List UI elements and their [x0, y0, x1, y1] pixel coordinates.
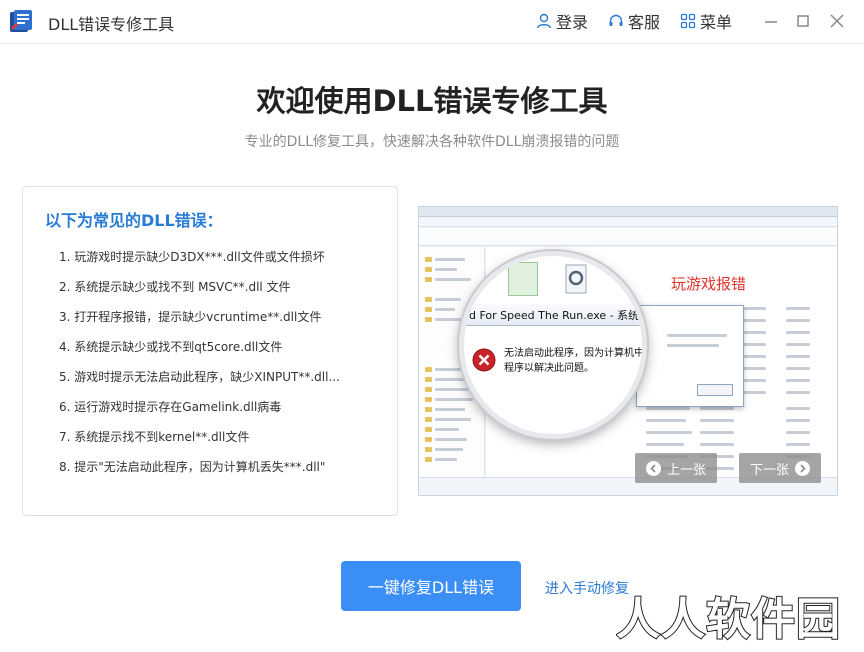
panel-title: 以下为常见的DLL错误：	[45, 211, 223, 230]
app-logo-icon	[10, 10, 32, 32]
list-item: 7. 系统提示找不到kernel**.dll文件	[59, 430, 250, 444]
example-screenshot-carousel: 玩游戏报错 d For Speed The Run.exe - 系统错误 无法启…	[418, 206, 838, 496]
maximize-icon[interactable]	[792, 10, 814, 32]
common-errors-panel: 以下为常见的DLL错误： 1. 玩游戏时提示缺少D3DX***.dll文件或文件…	[22, 186, 398, 516]
error-icon	[472, 348, 496, 372]
error-list: 1. 玩游戏时提示缺少D3DX***.dll文件或文件损坏 2. 系统提示缺少或…	[59, 247, 340, 487]
preview-error-dialog	[636, 305, 744, 407]
list-item: 2. 系统提示缺少或找不到 MSVC**.dll 文件	[59, 280, 291, 294]
close-icon[interactable]	[826, 10, 848, 32]
one-click-repair-button[interactable]: 一键修复DLL错误	[341, 561, 521, 611]
list-item: 8. 提示"无法启动此程序，因为计算机丢失***.dll"	[59, 460, 326, 474]
login-button[interactable]: 登录	[536, 10, 588, 32]
dialog-caption: d For Speed The Run.exe - 系统错误	[469, 309, 647, 322]
list-item: 6. 运行游戏时提示存在Gamelink.dll病毒	[59, 400, 282, 414]
page-subtitle: 专业的DLL修复工具，快速解决各种软件DLL崩溃报错的问题	[244, 134, 620, 150]
menu-label: 菜单	[700, 13, 733, 32]
preview-window-titlebar	[419, 207, 837, 217]
list-item: 3. 打开程序报错，提示缺少vcruntime**.dll文件	[59, 310, 322, 324]
login-label: 登录	[556, 13, 589, 32]
magnified-error-dialog: d For Speed The Run.exe - 系统错误 无法启动此程序，因…	[459, 251, 647, 439]
previous-slide-button[interactable]: 上一张	[635, 453, 717, 483]
next-slide-button[interactable]: 下一张	[739, 453, 821, 483]
preview-caption: 玩游戏报错	[671, 275, 747, 293]
list-item: 1. 玩游戏时提示缺少D3DX***.dll文件或文件损坏	[59, 250, 325, 264]
menu-grid-icon	[680, 13, 696, 29]
dialog-message: 无法启动此程序，因为计算机中丢失程序以解决此问题。	[504, 348, 644, 374]
chevron-right-icon	[795, 460, 810, 476]
minimize-icon[interactable]	[760, 10, 782, 32]
menu-button[interactable]: 菜单	[680, 10, 732, 32]
file-gear-icon	[565, 264, 587, 294]
previous-slide-label: 上一张	[666, 462, 706, 478]
watermark-text: 人人软件园	[616, 594, 841, 645]
file-thumbnail	[508, 262, 538, 296]
next-slide-label: 下一张	[749, 462, 789, 478]
list-item: 5. 游戏时提示无法启动此程序，缺少XINPUT**.dll...	[59, 370, 340, 384]
list-item: 4. 系统提示缺少或找不到qt5core.dll文件	[59, 340, 283, 354]
site-watermark: 人人软件园	[616, 593, 841, 646]
preview-window-menubar	[419, 218, 837, 227]
title-bar: DLL错误专修工具 登录 客服 菜单	[0, 0, 864, 44]
service-button[interactable]: 客服	[608, 10, 660, 32]
preview-window-toolbar	[419, 228, 837, 246]
chevron-left-icon	[645, 460, 661, 476]
headset-icon	[609, 14, 623, 26]
service-label: 客服	[628, 13, 661, 32]
app-title: DLL错误专修工具	[48, 15, 175, 34]
user-icon	[536, 13, 552, 29]
page-title: 欢迎使用DLL错误专修工具	[256, 84, 608, 118]
